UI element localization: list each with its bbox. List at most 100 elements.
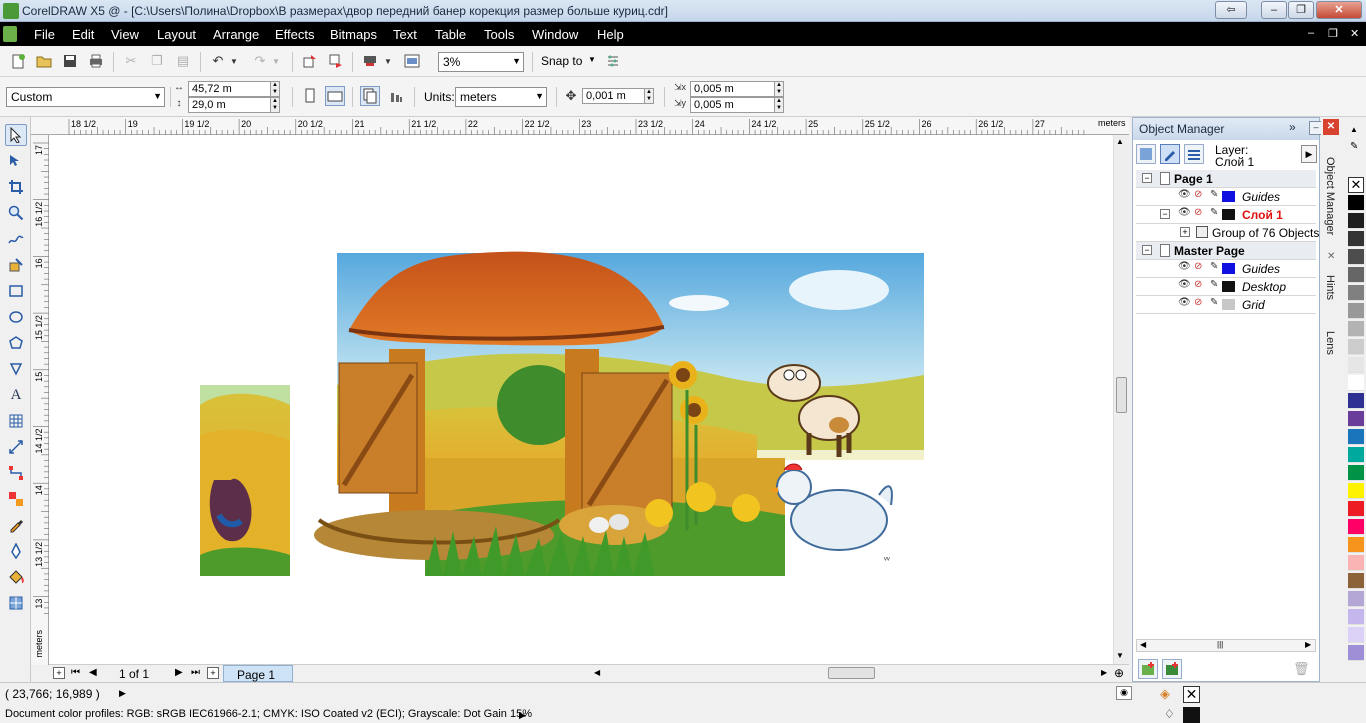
hen-illustration[interactable]: ᵥᵥ bbox=[770, 463, 893, 562]
farmyard-banner-artwork[interactable]: ᵥᵥ bbox=[49, 135, 1115, 665]
lock-edit-icon[interactable]: ✎ bbox=[1210, 297, 1218, 308]
connector-tool-icon[interactable] bbox=[5, 462, 27, 484]
duplicate-distance-x-field[interactable]: 0,005 m ▲ ▼ bbox=[690, 81, 784, 97]
palette-color-swatch[interactable] bbox=[1348, 267, 1364, 283]
back-button[interactable]: ⇦ bbox=[1215, 1, 1247, 19]
next-page-icon[interactable]: ▶ bbox=[175, 667, 183, 678]
menu-bitmaps[interactable]: Bitmaps bbox=[330, 27, 377, 42]
insert-page-before-icon[interactable]: + bbox=[53, 667, 65, 679]
spinner-arrows-icon[interactable]: ▲ ▼ bbox=[270, 97, 280, 113]
show-object-properties-icon[interactable] bbox=[1136, 144, 1156, 164]
palette-color-swatch[interactable] bbox=[1348, 645, 1364, 661]
page-tab-page-1[interactable]: Page 1 bbox=[223, 665, 293, 682]
palette-color-swatch[interactable] bbox=[1348, 321, 1364, 337]
undo-dropdown-icon[interactable]: ▼ bbox=[228, 51, 240, 71]
zoom-tool-icon[interactable] bbox=[5, 202, 27, 224]
menu-table[interactable]: Table bbox=[435, 27, 466, 42]
print-icon[interactable] bbox=[86, 51, 106, 71]
menu-file[interactable]: File bbox=[34, 27, 55, 42]
paste-icon[interactable]: ▤ bbox=[173, 51, 193, 71]
layer-color-swatch[interactable] bbox=[1222, 191, 1235, 202]
layer-color-swatch[interactable] bbox=[1222, 281, 1235, 292]
palette-color-swatch[interactable] bbox=[1348, 231, 1364, 247]
palette-color-swatch[interactable] bbox=[1348, 249, 1364, 265]
scroll-left-icon[interactable]: ◀ bbox=[1140, 640, 1146, 649]
collapse-icon[interactable]: − bbox=[1160, 209, 1170, 219]
palette-color-swatch[interactable] bbox=[1348, 501, 1364, 517]
menu-help[interactable]: Help bbox=[597, 27, 624, 42]
mdi-minimize-button[interactable]: ‒ bbox=[1308, 27, 1314, 39]
cut-icon[interactable]: ✂ bbox=[121, 51, 141, 71]
last-page-icon[interactable]: ⏭ bbox=[191, 667, 200, 678]
delete-layer-icon[interactable]: 🗑 bbox=[1293, 661, 1310, 677]
drawing-canvas[interactable]: ᵥᵥ bbox=[49, 135, 1115, 665]
snap-to-button[interactable]: Snap to bbox=[541, 54, 582, 68]
eye-icon[interactable]: 👁 bbox=[1178, 207, 1191, 218]
maximize-button[interactable]: ❐ bbox=[1288, 1, 1314, 19]
mdi-restore-button[interactable]: ❐ bbox=[1328, 27, 1338, 40]
table-tool-icon[interactable] bbox=[5, 410, 27, 432]
palette-color-swatch[interactable] bbox=[1348, 357, 1364, 373]
tab-hints[interactable]: Hints bbox=[1324, 275, 1336, 300]
layer-color-swatch[interactable] bbox=[1222, 263, 1235, 274]
edit-across-layers-icon[interactable] bbox=[1160, 144, 1180, 164]
tree-layer-row[interactable]: 👁 ⊘ ✎ Guides bbox=[1136, 188, 1316, 206]
expand-docker-icon[interactable]: » bbox=[1289, 120, 1296, 134]
left-banner-fragment[interactable] bbox=[200, 385, 290, 576]
menu-text[interactable]: Text bbox=[393, 27, 417, 42]
vertical-ruler[interactable]: 17 16 1/2 16 15 1/2 15 14 1/2 14 13 1/2 13 meter… bbox=[31, 135, 49, 665]
quick-customize-icon[interactable]: ◉ bbox=[1116, 686, 1132, 700]
palette-scroll-up-icon[interactable]: ▲ bbox=[1350, 125, 1358, 134]
polygon-tool-icon[interactable] bbox=[5, 332, 27, 354]
spinner-arrows-icon[interactable]: ▲ ▼ bbox=[774, 81, 784, 97]
page-width-field[interactable]: 45,72 m ▲ ▼ bbox=[188, 81, 280, 97]
eye-icon[interactable]: 👁 bbox=[1178, 189, 1191, 200]
text-tool-icon[interactable]: A bbox=[5, 384, 27, 406]
minimize-button[interactable]: ‒ bbox=[1261, 1, 1287, 19]
application-launcher-icon[interactable] bbox=[360, 51, 380, 71]
palette-color-swatch[interactable] bbox=[1348, 447, 1364, 463]
flyout-menu-icon[interactable]: ▶ bbox=[1301, 145, 1317, 163]
crop-tool-icon[interactable] bbox=[5, 176, 27, 198]
new-layer-icon[interactable] bbox=[1138, 659, 1158, 679]
import-icon[interactable] bbox=[300, 51, 320, 71]
menu-effects[interactable]: Effects bbox=[275, 27, 315, 42]
open-folder-icon[interactable] bbox=[34, 51, 54, 71]
export-icon[interactable] bbox=[326, 51, 346, 71]
lock-edit-icon[interactable]: ✎ bbox=[1210, 189, 1218, 200]
palette-color-swatch[interactable] bbox=[1348, 555, 1364, 571]
tree-page-row[interactable]: − Page 1 bbox=[1136, 170, 1316, 188]
menu-edit[interactable]: Edit bbox=[72, 27, 94, 42]
smart-fill-tool-icon[interactable] bbox=[5, 254, 27, 276]
eye-icon[interactable]: 👁 bbox=[1178, 279, 1191, 290]
outline-pen-tool-icon[interactable] bbox=[5, 540, 27, 562]
print-disabled-icon[interactable]: ⊘ bbox=[1194, 297, 1202, 308]
save-icon[interactable] bbox=[60, 51, 80, 71]
copy-icon[interactable]: ❐ bbox=[147, 51, 167, 71]
layer-color-swatch[interactable] bbox=[1222, 299, 1235, 310]
collapse-icon[interactable]: − bbox=[1142, 173, 1152, 183]
ellipse-tool-icon[interactable] bbox=[5, 306, 27, 328]
spinner-arrows-icon[interactable]: ▲ ▼ bbox=[774, 97, 784, 113]
new-master-layer-icon[interactable] bbox=[1162, 659, 1182, 679]
scroll-grip-icon[interactable]: ||| bbox=[1217, 640, 1223, 649]
nudge-distance-field[interactable]: 0,001 m ▲ ▼ bbox=[582, 88, 654, 104]
blend-tool-icon[interactable] bbox=[5, 488, 27, 510]
zoom-level-select[interactable]: 3% ▼ bbox=[438, 52, 524, 72]
eye-icon[interactable]: 👁 bbox=[1178, 297, 1191, 308]
eye-icon[interactable]: 👁 bbox=[1178, 261, 1191, 272]
new-document-icon[interactable] bbox=[8, 51, 28, 71]
palette-color-swatch[interactable] bbox=[1348, 303, 1364, 319]
palette-color-swatch[interactable] bbox=[1348, 519, 1364, 535]
vertical-scrollbar[interactable]: ▲ ▼ bbox=[1113, 135, 1129, 665]
zoom-one-shot-icon[interactable]: ⊕ bbox=[1114, 666, 1124, 680]
print-disabled-icon[interactable]: ⊘ bbox=[1194, 261, 1202, 272]
horizontal-ruler[interactable]: 18 1/2 19 19 1/2 20 20 1/2 21 21 1/2 22 22 1/2 23… bbox=[31, 117, 1129, 135]
dimension-tool-icon[interactable] bbox=[5, 436, 27, 458]
close-button[interactable]: ✕ bbox=[1316, 1, 1362, 19]
palette-color-swatch[interactable] bbox=[1348, 591, 1364, 607]
collapse-icon[interactable]: − bbox=[1142, 245, 1152, 255]
spinner-arrows-icon[interactable]: ▲ ▼ bbox=[270, 81, 280, 97]
menu-layout[interactable]: Layout bbox=[157, 27, 196, 42]
basic-shapes-tool-icon[interactable] bbox=[5, 358, 27, 380]
